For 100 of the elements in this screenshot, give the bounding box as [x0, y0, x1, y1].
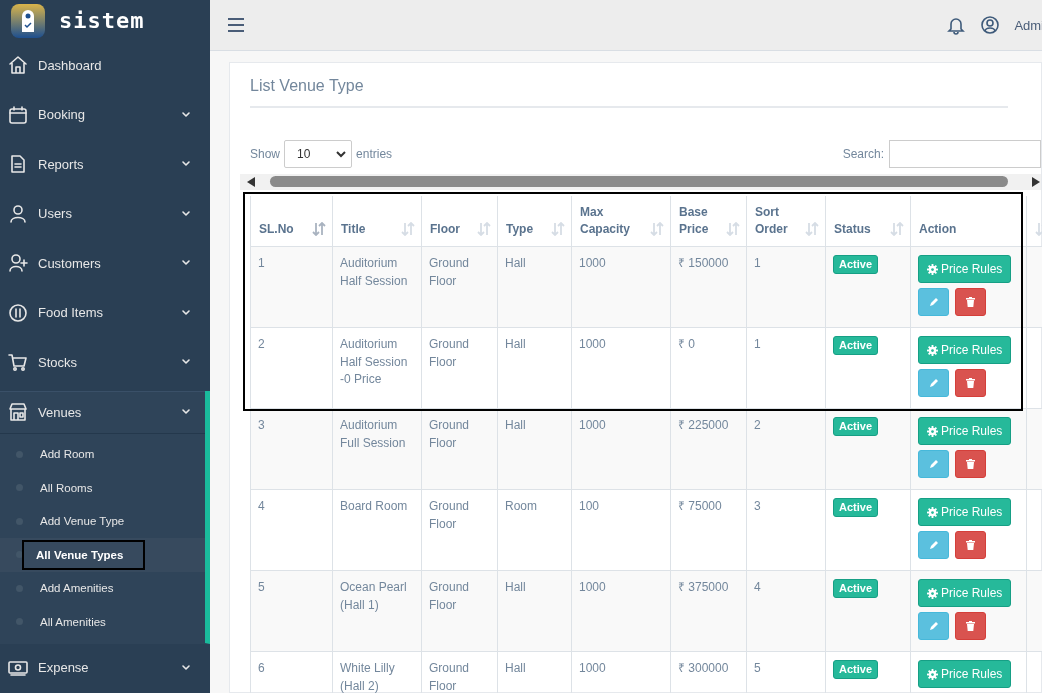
scroll-right-icon	[1031, 176, 1041, 188]
table-cell: 3	[746, 489, 826, 571]
entries-select[interactable]: 10	[284, 140, 353, 168]
trash-icon	[966, 297, 975, 307]
sidebar-item[interactable]: Expense	[0, 643, 210, 692]
table-cell: ₹ 375000	[670, 570, 747, 652]
user-plus-icon	[8, 253, 28, 274]
column-header[interactable]: Max Capacity	[571, 196, 671, 247]
sidebar-item[interactable]: Food Items	[0, 288, 210, 337]
sidebar-subitem[interactable]: All Venue Types	[0, 538, 205, 572]
sidebar-subitem[interactable]: Add Room	[0, 437, 205, 471]
sidebar-item[interactable]: Booking	[0, 90, 210, 139]
bell-icon	[946, 15, 967, 35]
table-cell: Room	[497, 489, 572, 571]
calendar-icon	[8, 104, 28, 125]
delete-button[interactable]	[955, 288, 986, 316]
show-label: Show	[250, 147, 281, 161]
card-title: List Venue Type	[250, 77, 1008, 108]
sidebar-item[interactable]: Customers	[0, 239, 210, 288]
trash-icon	[966, 540, 975, 550]
delete-button[interactable]	[955, 531, 986, 559]
status-badge: Active	[833, 660, 879, 679]
column-header[interactable]: Title	[332, 196, 422, 247]
edit-button[interactable]	[918, 369, 949, 397]
logo-icon	[11, 3, 45, 38]
sidebar-item[interactable]: Stocks	[0, 338, 210, 387]
table-cell: 1000	[571, 570, 671, 652]
delete-button[interactable]	[955, 450, 986, 478]
table-cell: Hall	[497, 570, 572, 652]
scrollbar-thumb[interactable]	[270, 176, 1008, 187]
table-cell: 1000	[571, 408, 671, 490]
plate-icon	[8, 302, 28, 323]
sidebar-subitem[interactable]: Add Amenities	[0, 571, 205, 605]
status-badge: Active	[833, 336, 879, 355]
table-cell: Hall	[497, 408, 572, 490]
search-label: Search:	[842, 147, 884, 161]
scroll-left-icon	[246, 176, 256, 188]
table-cell: 5	[250, 570, 333, 652]
table-cell: 1	[250, 246, 333, 328]
search-field[interactable]	[889, 140, 1041, 168]
table-cell: Hall	[497, 246, 572, 328]
table-cell: 1	[746, 246, 826, 328]
table-cell: Board Room	[332, 489, 422, 571]
table-cell: 4	[250, 489, 333, 571]
table-cell: ₹ 150000	[670, 246, 747, 328]
gear-icon	[927, 668, 938, 680]
menu-icon	[227, 18, 245, 32]
column-header[interactable]: Type	[497, 196, 572, 247]
table-cell: Ground Floor	[421, 489, 498, 571]
edit-button[interactable]	[918, 612, 949, 640]
table-cell: 4	[746, 570, 826, 652]
table-cell: 100	[571, 489, 671, 571]
column-header[interactable]: Floor	[421, 196, 498, 247]
entries-label: entries	[356, 147, 393, 161]
sidebar-item[interactable]: Dashboard	[0, 41, 210, 90]
table-cell: 6	[250, 651, 333, 693]
trash-icon	[966, 378, 975, 388]
cart-icon	[8, 352, 28, 373]
sidebar-item[interactable]: Venues	[0, 390, 205, 434]
sidebar-subitem[interactable]: Add Venue Type	[0, 504, 205, 538]
column-header[interactable]: Status	[825, 196, 911, 247]
table-cell: Ground Floor	[421, 246, 498, 328]
status-badge: Active	[833, 498, 879, 517]
table-cell: 2	[746, 408, 826, 490]
trash-icon	[966, 459, 975, 469]
sidebar-subitem[interactable]: All Amenities	[0, 605, 205, 639]
chevron-down-icon	[335, 148, 348, 160]
table-cell: Ground Floor	[421, 570, 498, 652]
pencil-icon	[928, 540, 939, 550]
table-cell: Auditorium Full Session	[332, 408, 422, 490]
storefront-icon	[8, 402, 28, 422]
document-icon	[8, 154, 28, 175]
gear-icon	[927, 587, 938, 599]
status-badge: Active	[833, 255, 879, 274]
status-badge: Active	[833, 579, 879, 598]
table-cell: 1000	[571, 246, 671, 328]
column-header[interactable]: Sort Order	[746, 196, 826, 247]
column-header[interactable]: SL.No	[250, 196, 333, 247]
pencil-icon	[928, 621, 939, 631]
sidebar-subitem[interactable]: All Rooms	[0, 471, 205, 505]
edit-button[interactable]	[918, 288, 949, 316]
delete-button[interactable]	[955, 612, 986, 640]
status-badge: Active	[833, 417, 879, 436]
delete-button[interactable]	[955, 369, 986, 397]
table-cell: Ocean Pearl (Hall 1)	[332, 570, 422, 652]
table-cell: Ground Floor	[421, 408, 498, 490]
trash-icon	[966, 621, 975, 631]
pencil-icon	[928, 459, 939, 469]
sidebar-item[interactable]: Users	[0, 189, 210, 238]
gear-icon	[927, 263, 938, 275]
edit-button[interactable]	[918, 531, 949, 559]
gear-icon	[927, 425, 938, 437]
column-header: Action	[910, 196, 1027, 247]
pencil-icon	[928, 378, 939, 388]
pencil-icon	[928, 297, 939, 307]
edit-button[interactable]	[918, 450, 949, 478]
column-header[interactable]: Base Price	[670, 196, 747, 247]
gear-icon	[927, 506, 938, 518]
gear-icon	[927, 344, 938, 356]
sidebar-item[interactable]: Reports	[0, 140, 210, 189]
